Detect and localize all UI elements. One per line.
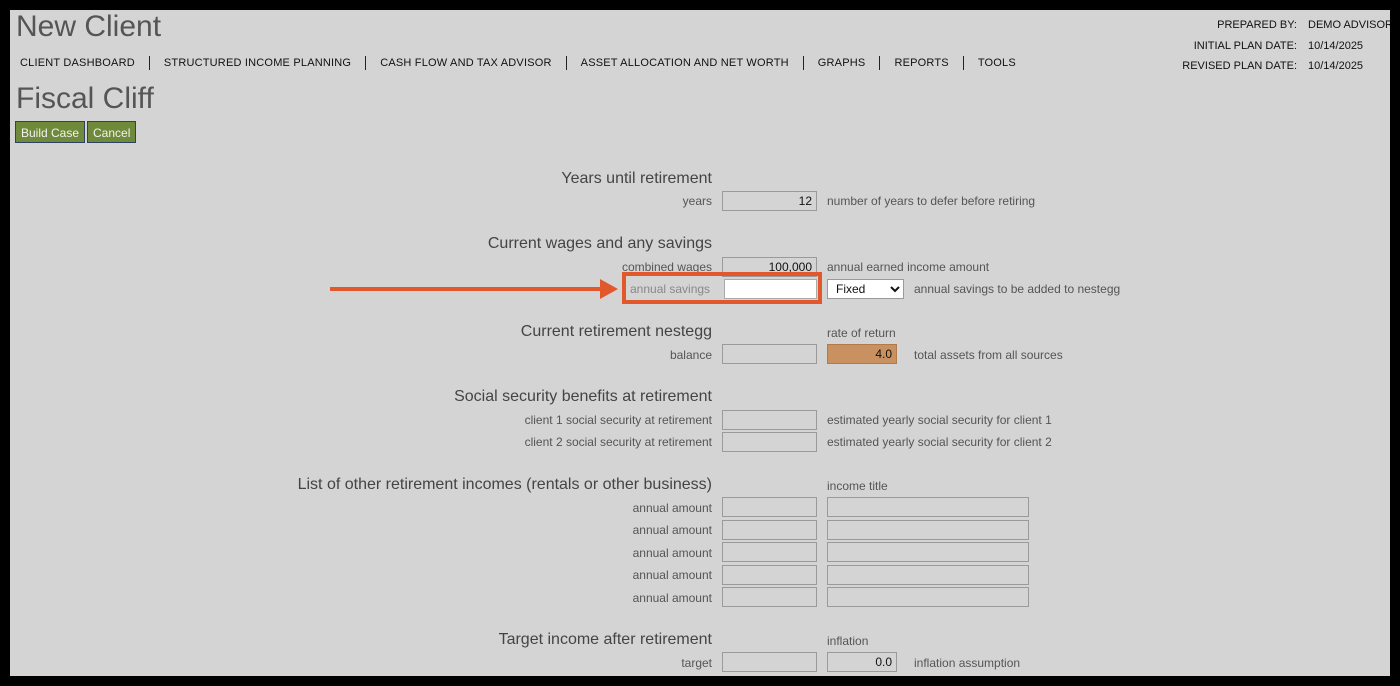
client1-ss-input[interactable]	[722, 410, 817, 430]
cancel-button[interactable]: Cancel	[87, 121, 137, 143]
other-income-amount-input[interactable]	[722, 542, 817, 562]
app-window: New Client CLIENT DASHBOARD STRUCTURED I…	[10, 10, 1390, 676]
years-section-title: Years until retirement	[561, 170, 712, 187]
target-input[interactable]	[722, 652, 817, 672]
wages-section-title: Current wages and any savings	[487, 235, 712, 252]
other-income-title-input[interactable]	[827, 520, 1029, 540]
other-income-amount-input[interactable]	[722, 587, 817, 607]
rate-of-return-header: rate of return	[827, 326, 896, 340]
other-income-amount-label: annual amount	[632, 591, 712, 605]
target-label: target	[681, 656, 712, 670]
income-title-header: income title	[827, 479, 888, 493]
other-income-amount-input[interactable]	[722, 565, 817, 585]
other-income-title-input[interactable]	[827, 587, 1029, 607]
inflation-desc: inflation assumption	[914, 656, 1021, 670]
page-title: Fiscal Cliff	[16, 82, 154, 115]
years-input[interactable]	[722, 191, 817, 211]
initial-date-value: 10/14/2025	[1308, 40, 1364, 52]
years-label: years	[682, 194, 712, 208]
client2-ss-input[interactable]	[722, 432, 817, 452]
other-income-amount-input[interactable]	[722, 520, 817, 540]
other-income-amount-label: annual amount	[632, 523, 712, 537]
prepared-by-label: PREPARED BY:	[1217, 19, 1297, 31]
prepared-by-value: DEMO ADVISOR	[1308, 19, 1390, 31]
rate-of-return-input[interactable]	[827, 344, 897, 364]
other-income-amount-input[interactable]	[722, 497, 817, 517]
other-income-title-input[interactable]	[827, 497, 1029, 517]
social-security-section-title: Social security benefits at retirement	[454, 388, 712, 405]
other-income-title-input[interactable]	[827, 542, 1029, 562]
savings-mode-select[interactable]: Fixed	[827, 279, 904, 299]
inflation-input[interactable]	[827, 652, 897, 672]
client2-ss-desc: estimated yearly social security for cli…	[827, 435, 1052, 449]
annual-savings-input[interactable]	[724, 279, 817, 299]
revised-date-label: REVISED PLAN DATE:	[1182, 60, 1297, 72]
annual-savings-label: annual savings	[630, 282, 711, 296]
nestegg-desc: total assets from all sources	[914, 348, 1063, 362]
callout-arrow	[330, 287, 604, 291]
revised-date-value: 10/14/2025	[1308, 60, 1364, 72]
balance-label: balance	[669, 348, 712, 362]
other-income-amount-label: annual amount	[632, 501, 712, 515]
combined-wages-label: combined wages	[621, 260, 712, 274]
combined-wages-desc: annual earned income amount	[827, 260, 990, 274]
annual-savings-desc: annual savings to be added to nestegg	[914, 282, 1121, 296]
target-section-title: Target income after retirement	[498, 631, 712, 648]
balance-input[interactable]	[722, 344, 817, 364]
other-incomes-section-title: List of other retirement incomes (rental…	[297, 476, 712, 493]
plan-meta: PREPARED BY: DEMO ADVISOR INITIAL PLAN D…	[10, 10, 1390, 80]
years-desc: number of years to defer before retiring	[827, 194, 1036, 208]
initial-date-label: INITIAL PLAN DATE:	[1193, 40, 1297, 52]
combined-wages-input[interactable]	[722, 257, 817, 277]
client2-ss-label: client 2 social security at retirement	[524, 435, 712, 449]
other-income-title-input[interactable]	[827, 565, 1029, 585]
callout-arrow-head	[600, 279, 618, 299]
build-case-button[interactable]: Build Case	[15, 121, 86, 143]
inflation-header: inflation	[827, 634, 869, 648]
other-income-amount-label: annual amount	[632, 568, 712, 582]
client1-ss-label: client 1 social security at retirement	[524, 413, 712, 427]
client1-ss-desc: estimated yearly social security for cli…	[827, 413, 1052, 427]
other-income-amount-label: annual amount	[632, 546, 712, 560]
nestegg-section-title: Current retirement nestegg	[520, 323, 712, 340]
